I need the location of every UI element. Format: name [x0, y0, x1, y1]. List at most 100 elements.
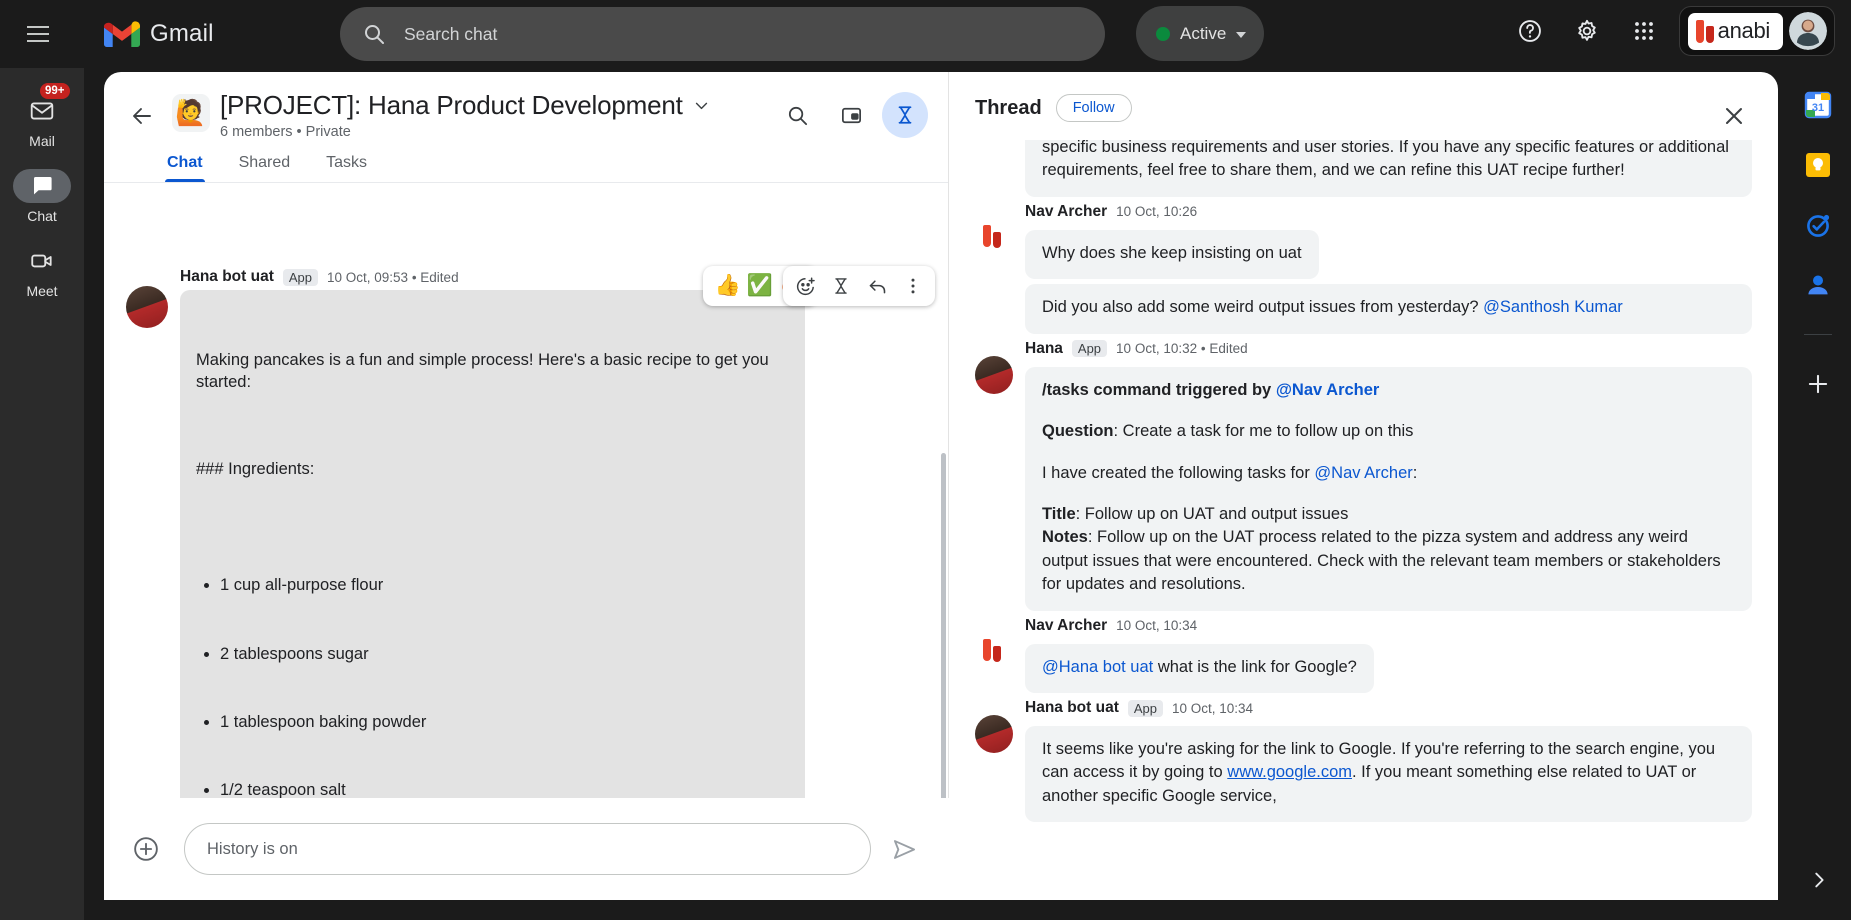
message-composer: History is on: [104, 798, 949, 900]
list-item: 1 tablespoon baking powder: [220, 711, 789, 734]
message-intro: Making pancakes is a fun and simple proc…: [196, 350, 774, 392]
thread-message-item: Hana bot uat App 10 Oct, 10:34 It seems …: [975, 693, 1752, 823]
message-bubble: Making pancakes is a fun and simple proc…: [180, 290, 805, 833]
sidebar-label-mail: Mail: [29, 133, 55, 149]
left-navigation-rail: 99+ Mail Chat Meet: [0, 68, 84, 920]
question-label: Question: [1042, 422, 1114, 441]
google-calendar-icon[interactable]: 31: [1803, 90, 1833, 120]
hourglass-thread-icon[interactable]: [825, 270, 857, 302]
gear-icon[interactable]: [1565, 9, 1609, 53]
add-attachment-icon[interactable]: [126, 829, 166, 869]
gmail-logo[interactable]: Gmail: [104, 20, 214, 48]
sidebar-item-chat[interactable]: Chat: [6, 163, 78, 234]
scrollbar-thumb[interactable]: [941, 453, 946, 808]
command-text: /tasks command triggered by: [1042, 380, 1276, 399]
hana-avatar[interactable]: [975, 715, 1013, 754]
message-text: what is the link for Google?: [1153, 657, 1357, 676]
svg-text:31: 31: [1812, 102, 1824, 114]
video-camera-icon: [13, 244, 71, 278]
google-link[interactable]: www.google.com: [1227, 763, 1352, 781]
created-suffix: :: [1412, 463, 1418, 482]
thread-message-item: Nav Archer 10 Oct, 10:26 Why does she ke…: [975, 197, 1752, 334]
hanabi-wordmark: anabi: [1717, 18, 1771, 43]
question-text: : Create a task for me to follow up on t…: [1113, 422, 1414, 441]
google-tasks-icon[interactable]: [1803, 210, 1833, 240]
task-notes-label: Notes: [1042, 528, 1088, 547]
app-badge: App: [1127, 699, 1164, 717]
message-bubble: specific business requirements and user …: [1025, 140, 1752, 197]
chat-tabs: Chat Shared Tasks: [104, 140, 948, 183]
follow-button[interactable]: Follow: [1055, 94, 1132, 122]
message-list[interactable]: Hana bot uat App 10 Oct, 09:53 • Edited …: [104, 258, 949, 833]
mention-link[interactable]: @Hana bot uat: [1042, 658, 1153, 676]
mention-link[interactable]: @Nav Archer: [1314, 464, 1412, 482]
message-bubble: /tasks command triggered by @Nav Archer …: [1025, 366, 1752, 611]
right-side-panel-rail: 31: [1785, 68, 1851, 920]
account-chip[interactable]: anabi: [1678, 6, 1835, 56]
search-chat-input[interactable]: Search chat: [340, 7, 1105, 61]
chat-scrollbar[interactable]: [941, 453, 946, 833]
send-icon[interactable]: [881, 826, 927, 872]
tab-chat[interactable]: Chat: [165, 154, 205, 182]
nav-archer-avatar[interactable]: [975, 632, 1013, 671]
created-text: I have created the following tasks for: [1042, 463, 1315, 482]
help-icon[interactable]: [1508, 9, 1552, 53]
list-item: 2 tablespoons sugar: [220, 643, 789, 666]
thread-header: Thread Follow: [949, 72, 1778, 122]
sidebar-item-mail[interactable]: 99+ Mail: [6, 83, 78, 159]
composer-placeholder: History is on: [207, 839, 298, 858]
avatar[interactable]: [126, 286, 168, 328]
message-bubble: Did you also add some weird output issue…: [1025, 284, 1752, 334]
hana-avatar[interactable]: [975, 355, 1013, 394]
reaction-thumbs-up-icon[interactable]: 👍: [715, 274, 741, 298]
task-title-label: Title: [1042, 504, 1076, 523]
message-timestamp: 10 Oct, 10:34: [1172, 700, 1254, 716]
app-badge: App: [282, 268, 319, 286]
hamburger-menu-icon[interactable]: [10, 6, 66, 62]
mention-link[interactable]: @Santhosh Kumar: [1483, 298, 1623, 316]
chevron-down-icon: [693, 90, 710, 121]
message-timestamp: 10 Oct, 09:53 • Edited: [327, 269, 459, 285]
message-input[interactable]: History is on: [184, 823, 871, 875]
search-in-room-icon[interactable]: [774, 92, 820, 138]
status-label: Active: [1180, 23, 1227, 43]
close-icon[interactable]: [1716, 98, 1752, 134]
apps-grid-icon[interactable]: [1622, 9, 1666, 53]
message-sender: Nav Archer: [1025, 202, 1108, 220]
ingredients-heading: ### Ingredients:: [196, 459, 315, 478]
room-subtitle: 6 members • Private: [220, 124, 351, 140]
more-options-icon[interactable]: [897, 270, 929, 302]
room-title-button[interactable]: [PROJECT]: Hana Product Development: [220, 90, 710, 121]
tab-shared[interactable]: Shared: [239, 154, 291, 182]
avatar[interactable]: [1789, 12, 1827, 50]
message-meta: Hana App 10 Oct, 10:32 • Edited: [1025, 336, 1752, 362]
open-in-window-icon[interactable]: [828, 92, 874, 138]
add-reaction-icon[interactable]: [789, 270, 821, 302]
thread-message-continuation: specific business requirements and user …: [975, 140, 1752, 197]
add-app-button[interactable]: [1803, 369, 1833, 399]
gmail-m-icon: [104, 20, 140, 48]
thread-message-list[interactable]: specific business requirements and user …: [949, 140, 1778, 900]
room-avatar-emoji: 🙋: [172, 94, 210, 132]
back-arrow-icon[interactable]: [120, 94, 164, 138]
sidebar-item-meet[interactable]: Meet: [6, 238, 78, 309]
task-title-text: : Follow up on UAT and output issues: [1075, 504, 1349, 523]
nav-archer-avatar[interactable]: [975, 218, 1013, 257]
ingredients-list: 1 cup all-purpose flour 2 tablespoons su…: [220, 529, 789, 833]
reaction-check-icon[interactable]: ✅: [747, 274, 773, 298]
chevron-right-icon[interactable]: [1801, 862, 1837, 898]
message-bubble: It seems like you're asking for the link…: [1025, 726, 1752, 823]
thread-message-item: Hana App 10 Oct, 10:32 • Edited /tasks c…: [975, 334, 1752, 611]
message-hover-toolbar: [783, 266, 935, 306]
message-bubble: @Hana bot uat what is the link for Googl…: [1025, 643, 1374, 694]
tab-tasks[interactable]: Tasks: [326, 154, 367, 182]
status-selector[interactable]: Active: [1136, 6, 1265, 61]
google-keep-icon[interactable]: [1803, 150, 1833, 180]
sidebar-label-chat: Chat: [27, 208, 57, 224]
chat-bubble-icon: [13, 169, 71, 203]
thread-pane: Thread Follow specific business requirem…: [949, 72, 1778, 900]
google-contacts-icon[interactable]: [1803, 270, 1833, 300]
reply-icon[interactable]: [861, 270, 893, 302]
hourglass-icon[interactable]: [882, 92, 928, 138]
mention-link[interactable]: @Nav Archer: [1276, 381, 1380, 399]
